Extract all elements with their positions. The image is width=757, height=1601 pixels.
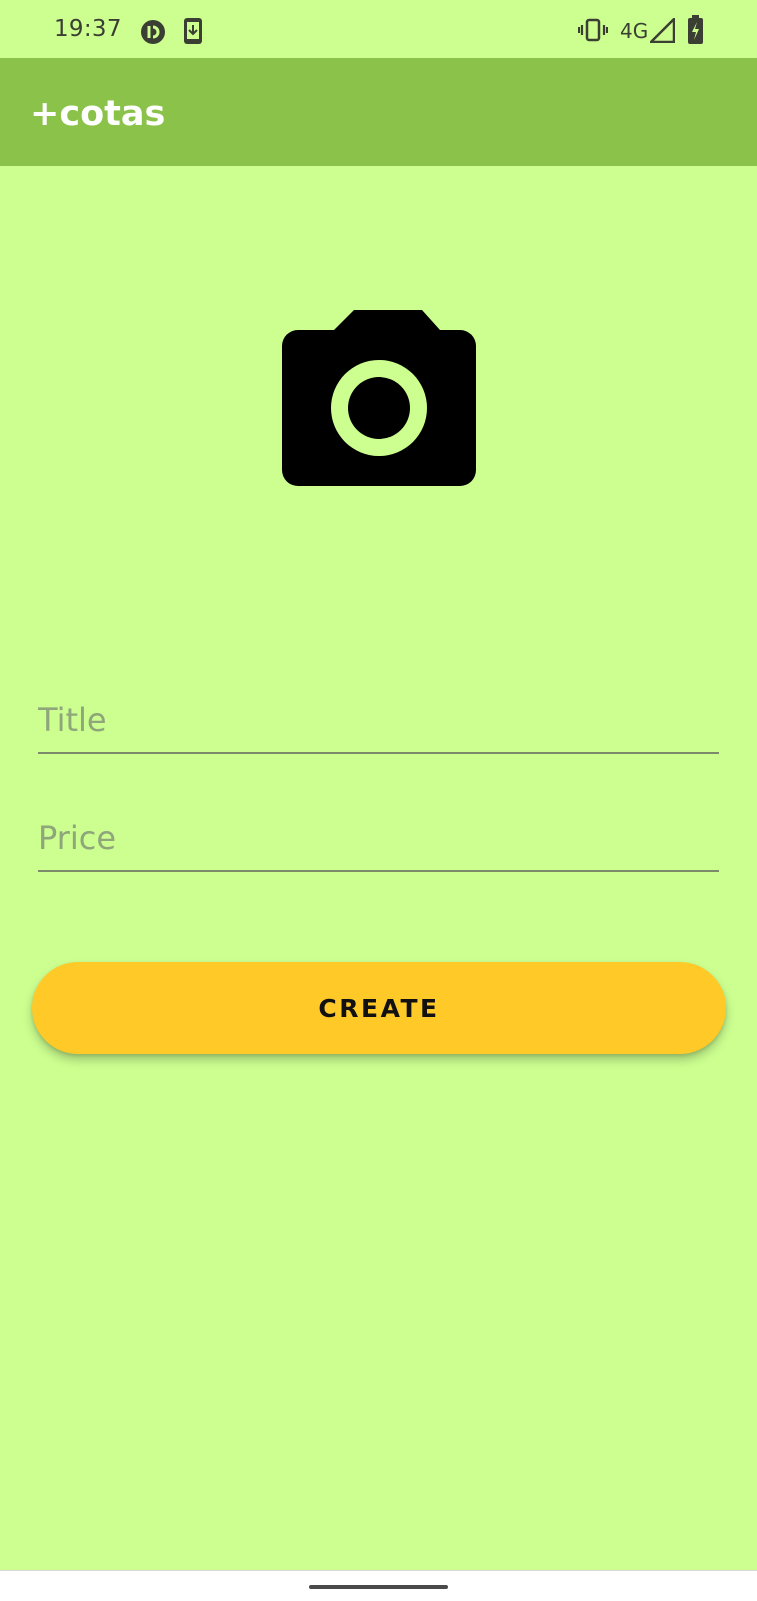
price-input[interactable] [38,816,719,860]
vibrate-icon [578,18,608,42]
status-bar: 19:37 4G [0,0,757,58]
app-bar: +cotas [0,58,757,166]
camera-button[interactable] [282,310,476,486]
create-button[interactable]: CREATE [32,962,726,1054]
download-icon [184,18,202,44]
camera-icon [282,310,476,486]
circle-app-icon [141,20,165,44]
signal-icon [650,18,675,43]
network-type-label: 4G [620,19,649,43]
battery-charging-icon [688,15,703,44]
status-time: 19:37 [54,16,122,42]
title-field[interactable] [38,690,719,754]
navigation-bar [0,1570,757,1601]
title-input[interactable] [38,698,719,742]
app-title: +cotas [30,94,166,134]
create-button-label: CREATE [318,993,440,1023]
home-gesture-handle[interactable] [309,1585,448,1589]
price-field[interactable] [38,808,719,872]
